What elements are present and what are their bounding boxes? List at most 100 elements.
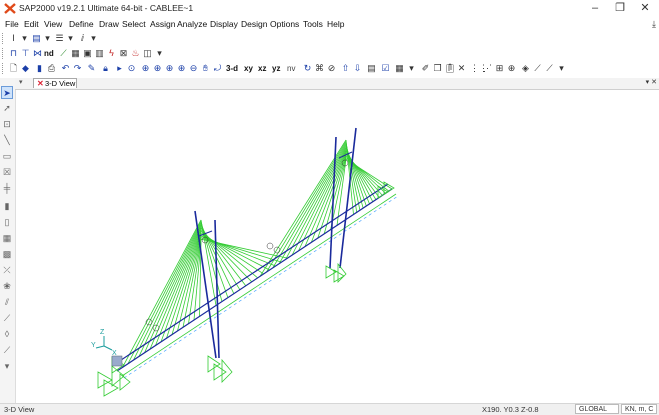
- zoom-extents-icon[interactable]: ⊕: [152, 63, 163, 74]
- view-xz-button[interactable]: xz: [258, 64, 266, 73]
- rotate-3d-icon[interactable]: ↻: [302, 63, 313, 74]
- menu-design[interactable]: Design: [241, 19, 267, 29]
- units-select[interactable]: KN, m, C: [621, 404, 657, 414]
- view-xy-button[interactable]: xy: [244, 64, 253, 73]
- color-icon[interactable]: ☰: [54, 33, 65, 44]
- check-icon[interactable]: ☑: [380, 63, 391, 74]
- draw-cable-icon[interactable]: ⟋: [58, 48, 69, 59]
- draw-quad-icon[interactable]: ▩: [1, 248, 13, 261]
- close-button[interactable]: ✕: [634, 1, 656, 16]
- menu-select[interactable]: Select: [122, 19, 146, 29]
- reference-icon[interactable]: ◫: [142, 48, 153, 59]
- refresh-icon[interactable]: ⊙: [126, 63, 137, 74]
- menu-file[interactable]: File: [5, 19, 19, 29]
- menu-tools[interactable]: Tools: [303, 19, 323, 29]
- dropdown-arrow-icon[interactable]: ▾: [556, 63, 567, 74]
- dropdown-arrow-icon[interactable]: ▾: [19, 33, 30, 44]
- view-yz-button[interactable]: yz: [272, 64, 280, 73]
- draw-tendon-icon[interactable]: ⫽: [1, 296, 13, 309]
- toolbar-grip[interactable]: [2, 48, 6, 59]
- dropdown-arrow-icon[interactable]: ▾: [154, 48, 165, 59]
- coord-system-select[interactable]: GLOBAL: [575, 404, 619, 414]
- menu-edit[interactable]: Edit: [24, 19, 39, 29]
- open-file-icon[interactable]: ◆: [20, 63, 31, 74]
- mirror-icon[interactable]: ⟋: [532, 63, 543, 74]
- menu-help[interactable]: Help: [327, 19, 344, 29]
- text-cursor-icon[interactable]: I: [8, 33, 19, 44]
- model-viewport-3d[interactable]: Z Y X: [16, 90, 659, 402]
- show-undeformed-icon[interactable]: ▤: [366, 63, 377, 74]
- paste-icon[interactable]: 📋︎: [444, 63, 455, 74]
- pan-icon[interactable]: ✋︎: [200, 63, 211, 74]
- close-tab-icon[interactable]: ✕: [37, 79, 44, 89]
- draw-shape-icon[interactable]: ◊: [1, 328, 13, 341]
- dropdown-arrow-icon[interactable]: ▾: [406, 63, 417, 74]
- perspective-icon[interactable]: ⌘: [314, 63, 325, 74]
- menu-options[interactable]: Options: [270, 19, 299, 29]
- frame-section-icon[interactable]: ▤: [31, 33, 42, 44]
- draw-special-icon[interactable]: ⤫: [1, 264, 13, 277]
- link-icon[interactable]: ⊘: [326, 63, 337, 74]
- copy-icon[interactable]: ❐: [432, 63, 443, 74]
- draw-frame-icon[interactable]: ╪: [1, 182, 13, 195]
- tab-scroll-icon[interactable]: ▾: [19, 78, 23, 86]
- menu-display[interactable]: Display: [210, 19, 238, 29]
- draw-joint-icon[interactable]: ⊡: [1, 118, 13, 131]
- menu-assign[interactable]: Assign: [150, 19, 176, 29]
- new-file-icon[interactable]: 🗋: [8, 63, 19, 74]
- lightning-icon[interactable]: ϟ: [106, 48, 117, 59]
- draw-solid-icon[interactable]: ▣: [82, 48, 93, 59]
- print-icon[interactable]: ⎙: [46, 63, 57, 74]
- toolbar-grip[interactable]: [2, 33, 6, 44]
- pointer-icon[interactable]: ➤: [1, 86, 13, 99]
- rotate-icon[interactable]: ⤾: [212, 63, 223, 74]
- tendon-icon[interactable]: ♨: [130, 48, 141, 59]
- draw-poly-icon[interactable]: ▯: [1, 216, 13, 229]
- zoom-previous-icon[interactable]: ⊕: [164, 63, 175, 74]
- minimize-button[interactable]: –: [584, 1, 606, 16]
- dropdown-arrow-icon[interactable]: ▾: [1, 360, 13, 373]
- menu-define[interactable]: Define: [69, 19, 94, 29]
- brush-icon[interactable]: ✐: [420, 63, 431, 74]
- pencil-icon[interactable]: ✎: [86, 63, 97, 74]
- tab-3d-view[interactable]: ✕ 3-D View: [33, 78, 77, 88]
- reshape-icon[interactable]: ➚: [1, 102, 13, 115]
- grid-icon[interactable]: ⋮⋮: [470, 63, 488, 74]
- add-icon[interactable]: ⊕: [506, 63, 517, 74]
- menu-view[interactable]: View: [44, 19, 62, 29]
- draw-frame-icon[interactable]: ⊓: [8, 48, 19, 59]
- node-label[interactable]: nd: [44, 49, 54, 58]
- replicate-icon[interactable]: ◈: [520, 63, 531, 74]
- window-list-icon[interactable]: ▾ ✕: [646, 78, 657, 86]
- join-icon[interactable]: ⊞: [494, 63, 505, 74]
- draw-line-icon[interactable]: ╲: [1, 134, 13, 147]
- draw-area-icon[interactable]: ▮: [1, 200, 13, 213]
- dropdown-arrow-icon[interactable]: ▾: [88, 33, 99, 44]
- draw-solid-icon[interactable]: ▦: [1, 232, 13, 245]
- maximize-button[interactable]: ❐: [609, 1, 631, 16]
- draw-link-icon[interactable]: ⟋: [1, 312, 13, 325]
- draw-section-cut-icon[interactable]: ⊠: [118, 48, 129, 59]
- menu-draw[interactable]: Draw: [99, 19, 119, 29]
- dropdown-arrow-icon[interactable]: ▾: [42, 33, 53, 44]
- draw-cross-icon[interactable]: ☒: [1, 166, 13, 179]
- move-up-icon[interactable]: ⇧: [340, 63, 351, 74]
- menu-analyze[interactable]: Analyze: [177, 19, 207, 29]
- draw-rectangle-icon[interactable]: ▭: [1, 150, 13, 163]
- zoom-out-icon[interactable]: ⊖: [188, 63, 199, 74]
- draw-brace-icon[interactable]: ⋈: [32, 48, 43, 59]
- redo-icon[interactable]: ↷: [72, 63, 83, 74]
- view-3d-button[interactable]: 3-d: [226, 64, 238, 73]
- move-down-icon[interactable]: ⇩: [352, 63, 363, 74]
- divide-icon[interactable]: ⋰: [482, 63, 493, 74]
- view-nv-button[interactable]: nv: [287, 64, 295, 73]
- draw-link-icon[interactable]: ▥: [94, 48, 105, 59]
- lock-icon[interactable]: 🔒︎: [100, 63, 111, 74]
- zoom-in-icon[interactable]: ⊕: [176, 63, 187, 74]
- save-icon[interactable]: ▮: [34, 63, 45, 74]
- draw-column-icon[interactable]: ⊤: [20, 48, 31, 59]
- undo-icon[interactable]: ↶: [60, 63, 71, 74]
- display-tables-icon[interactable]: ▦: [394, 63, 405, 74]
- draw-cable-icon[interactable]: ❀: [1, 280, 13, 293]
- toolbar-grip[interactable]: [2, 63, 6, 74]
